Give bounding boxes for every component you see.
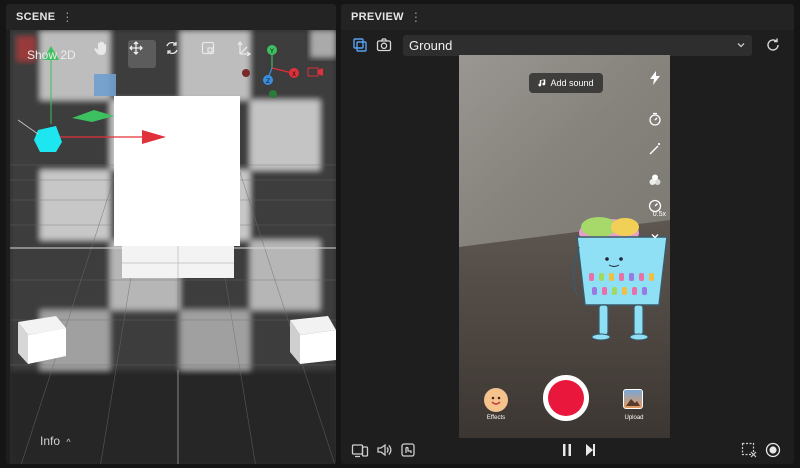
- scale-icon: [201, 41, 215, 55]
- beauty-button[interactable]: [646, 140, 664, 158]
- scale-tool-button[interactable]: [200, 40, 228, 68]
- speaker-icon: [377, 443, 392, 457]
- show-2d-toggle[interactable]: Show 2D: [27, 48, 76, 62]
- more-tools-button[interactable]: [646, 227, 664, 245]
- gizmo-y-label: Y: [269, 48, 274, 55]
- add-sound-button[interactable]: Add sound: [529, 73, 603, 93]
- select-area-button[interactable]: [740, 441, 758, 459]
- gizmo-z-label: Z: [266, 78, 270, 85]
- preview-menu-icon[interactable]: ⋮: [410, 10, 422, 24]
- right-cube-object[interactable]: [290, 316, 336, 364]
- effects-button[interactable]: [484, 388, 508, 412]
- scene-menu-icon[interactable]: ⋮: [61, 10, 73, 24]
- layout-toggle-button[interactable]: [351, 36, 369, 54]
- selection-icon: [741, 442, 757, 458]
- gizmo-blue-handle[interactable]: [94, 74, 116, 96]
- hand-tool-button[interactable]: [93, 40, 121, 68]
- record-indicator: [548, 380, 584, 416]
- filters-button[interactable]: [646, 171, 664, 189]
- info-label: Info: [40, 434, 61, 448]
- scene-panel: SCENE ⋮ Y Z X Show 2D Info ^: [6, 4, 336, 464]
- music-note-icon: [538, 79, 546, 87]
- move-tool-button[interactable]: [128, 40, 156, 68]
- smiley-icon: [491, 396, 501, 405]
- preview-panel: PREVIEW ⋮ Ground Add sound 0.5x Effects …: [341, 4, 794, 464]
- rotate-tool-button[interactable]: [164, 40, 192, 68]
- preview-scene-dropdown[interactable]: Ground: [403, 35, 752, 56]
- preview-panel-header: PREVIEW ⋮: [341, 4, 794, 30]
- add-sound-label: Add sound: [550, 78, 594, 88]
- pause-button[interactable]: [558, 441, 576, 459]
- scene-viewport[interactable]: Y Z X Show 2D Info ^: [10, 30, 336, 464]
- refresh-icon: [767, 38, 779, 51]
- white-plane-object[interactable]: [114, 96, 240, 278]
- scene-3d-view[interactable]: Y Z X: [10, 30, 336, 464]
- scene-panel-header: SCENE ⋮: [6, 4, 336, 30]
- pause-icon: [563, 444, 571, 456]
- layers-icon: [353, 38, 367, 52]
- move-icon: [129, 41, 143, 55]
- rotate-icon: [166, 41, 178, 55]
- timer-button[interactable]: [646, 110, 664, 128]
- lightning-icon: [650, 71, 660, 85]
- pivot-icon: [237, 40, 252, 56]
- flash-button[interactable]: [646, 69, 664, 87]
- dropdown-value: Ground: [409, 38, 453, 53]
- touch-icon: [401, 443, 415, 457]
- magic-wand-icon: [649, 143, 660, 155]
- scene-title: SCENE: [16, 11, 56, 23]
- pivot-tool-button[interactable]: [236, 40, 264, 68]
- record-button[interactable]: [543, 375, 589, 421]
- devices-icon: [351, 444, 369, 458]
- step-forward-button[interactable]: [581, 441, 599, 459]
- effects-label: Effects: [486, 415, 506, 421]
- filters-icon: [649, 174, 661, 185]
- phone-preview[interactable]: Add sound 0.5x Effects Upload: [459, 55, 670, 438]
- caret-up-icon: ^: [66, 437, 71, 447]
- app-window: SCENE ⋮ Y Z X Show 2D Info ^ PREVIEW ⋮ G…: [0, 0, 800, 468]
- left-cube-object[interactable]: [18, 316, 66, 364]
- screenshot-button[interactable]: [375, 36, 393, 54]
- hand-icon: [94, 41, 106, 55]
- volume-button[interactable]: [375, 441, 393, 459]
- image-icon: [626, 399, 640, 406]
- speed-label: 0.5x: [652, 211, 666, 218]
- chevron-down-icon: [737, 43, 745, 48]
- preview-title: PREVIEW: [351, 11, 404, 23]
- camera-icon: [376, 38, 392, 52]
- record-preview-button[interactable]: [764, 441, 782, 459]
- record-icon: [765, 442, 781, 458]
- upload-label: Upload: [624, 415, 644, 421]
- timer-icon: [649, 112, 661, 126]
- refresh-button[interactable]: [764, 36, 782, 54]
- upload-button[interactable]: [623, 389, 643, 409]
- step-forward-icon: [586, 444, 595, 456]
- info-toggle[interactable]: Info ^: [40, 434, 71, 448]
- gizmo-x-label: X: [292, 71, 296, 78]
- chevron-down-icon: [651, 234, 659, 239]
- interaction-button[interactable]: [399, 441, 417, 459]
- device-select-button[interactable]: [351, 441, 369, 459]
